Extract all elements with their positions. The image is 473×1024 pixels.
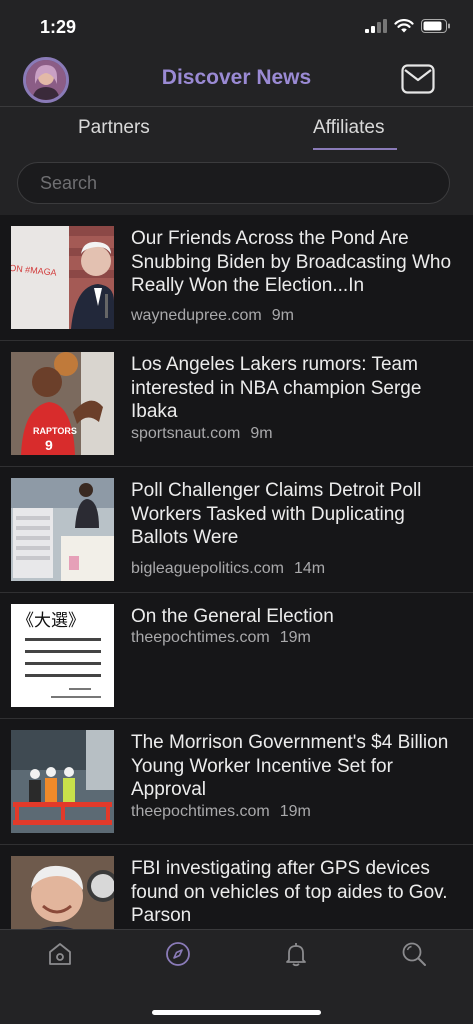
status-time: 1:29 <box>40 17 77 37</box>
article-meta: waynedupree.com 9m <box>131 307 294 325</box>
article-time: 19m <box>279 803 311 820</box>
article-thumbnail: RAPTORS 9 <box>11 352 114 455</box>
bell-icon <box>286 943 306 967</box>
article-item[interactable]: RAPTORS 9 Los Angeles Lakers rumors: Tea… <box>0 341 473 467</box>
home-indicator <box>152 1010 321 1015</box>
article-photo-icon <box>11 478 114 581</box>
search-bar <box>17 162 450 204</box>
article-item[interactable]: 《大選》 On the General Election theepochtim… <box>0 593 473 719</box>
article-item[interactable]: Poll Challenger Claims Detroit Poll Work… <box>0 467 473 593</box>
article-title: Our Friends Across the Pond Are Snubbing… <box>131 228 452 296</box>
tab-search[interactable] <box>401 941 427 967</box>
header: Discover News <box>0 54 473 106</box>
article-thumbnail: 《大選》 <box>11 604 114 707</box>
tab-partners[interactable]: Partners <box>78 117 150 139</box>
svg-text:9: 9 <box>45 437 53 453</box>
article-photo-icon <box>11 856 114 929</box>
article-photo-icon: 《大選》 <box>11 604 114 707</box>
article-title: Los Angeles Lakers rumors: Team interest… <box>131 354 422 422</box>
article-item[interactable]: FBI investigating after GPS devices foun… <box>0 845 473 929</box>
wifi-icon <box>394 19 414 33</box>
status-icons <box>365 19 451 33</box>
thumb-caption: 《大選》 <box>17 611 85 631</box>
tab-notifications[interactable] <box>283 941 309 967</box>
article-meta: bigleaguepolitics.com 14m <box>131 560 325 578</box>
article-item[interactable]: ON #MAGA Our Friends Across the Pond Are… <box>0 215 473 341</box>
article-thumbnail <box>11 478 114 581</box>
search-icon <box>402 942 426 966</box>
article-title: The Morrison Government's $4 Billion You… <box>131 732 449 800</box>
article-title: On the General Election <box>131 606 334 627</box>
article-source: bigleaguepolitics.com <box>131 560 284 577</box>
article-meta: theepochtimes.com 19m <box>131 629 311 647</box>
article-thumbnail <box>11 730 114 833</box>
tab-discover[interactable] <box>165 941 191 967</box>
mail-icon <box>401 64 435 94</box>
article-source: waynedupree.com <box>131 307 262 324</box>
article-time: 9m <box>250 425 273 442</box>
article-source: theepochtimes.com <box>131 803 270 820</box>
active-tab-indicator <box>313 148 397 150</box>
article-thumbnail <box>11 856 114 929</box>
article-item[interactable]: The Morrison Government's $4 Billion You… <box>0 719 473 845</box>
article-source: sportsnaut.com <box>131 425 241 442</box>
tab-affiliates[interactable]: Affiliates <box>313 117 384 139</box>
article-photo-icon <box>11 730 114 833</box>
thumb-caption: RAPTORS <box>33 426 77 436</box>
article-time: 19m <box>279 629 311 646</box>
segment-tabs: Partners Affiliates <box>0 107 473 151</box>
home-icon <box>49 943 71 965</box>
status-bar: 1:29 <box>0 0 473 54</box>
article-photo-icon: ON #MAGA <box>11 226 114 329</box>
article-photo-icon: RAPTORS 9 <box>11 352 114 455</box>
search-input[interactable] <box>18 163 449 203</box>
article-meta: sportsnaut.com 9m <box>131 425 273 443</box>
article-time: 14m <box>293 560 326 577</box>
cellular-signal-icon <box>365 19 387 33</box>
news-feed[interactable]: ON #MAGA Our Friends Across the Pond Are… <box>0 215 473 929</box>
article-time: 9m <box>271 307 294 324</box>
mail-button[interactable] <box>401 64 435 94</box>
compass-icon <box>166 942 190 966</box>
article-title: FBI investigating after GPS devices foun… <box>131 858 448 926</box>
article-thumbnail: ON #MAGA <box>11 226 114 329</box>
tab-home[interactable] <box>47 941 73 967</box>
article-title: Poll Challenger Claims Detroit Poll Work… <box>131 480 422 548</box>
article-source: theepochtimes.com <box>131 629 270 646</box>
article-meta: theepochtimes.com 19m <box>131 803 311 821</box>
battery-icon <box>421 19 450 33</box>
